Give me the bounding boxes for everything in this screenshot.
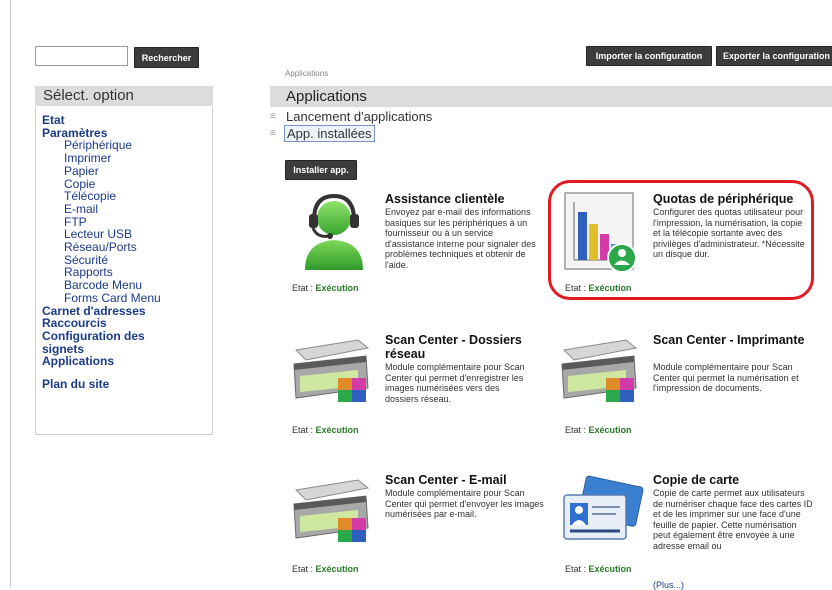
install-app-button[interactable]: Installer app.: [285, 160, 357, 180]
nav-item-signets[interactable]: Configuration des signets: [42, 329, 172, 355]
app-title[interactable]: Scan Center - Imprimante: [653, 333, 813, 347]
nav-header: Sélect. option: [35, 86, 213, 106]
export-config-button[interactable]: Exporter la configuration: [716, 46, 832, 66]
app-title[interactable]: Copie de carte: [653, 473, 813, 487]
app-status: Etat : Exécution: [292, 564, 359, 574]
app-description: Copie de carte permet aux utilisateurs d…: [653, 488, 813, 551]
expand-arrow-icon: ≡: [270, 127, 276, 139]
nav-item-papier[interactable]: Papier: [42, 165, 212, 178]
nav-item-reseau-ports[interactable]: Réseau/Ports: [42, 241, 212, 254]
subsection-launch-label[interactable]: Lancement d'applications: [284, 109, 434, 124]
breadcrumb[interactable]: Applications: [285, 69, 328, 78]
nav-item-plan-du-site[interactable]: Plan du site: [42, 378, 212, 391]
app-description: Module complémentaire pour Scan Center q…: [653, 362, 799, 394]
nav-item-applications[interactable]: Applications: [42, 355, 212, 368]
nav-item-email[interactable]: E-mail: [42, 203, 212, 216]
nav-item-etat[interactable]: Etat: [42, 114, 212, 127]
app-description: Envoyez par e-mail des informations basi…: [385, 207, 536, 270]
expand-arrow-icon: ≡: [270, 110, 276, 122]
subsection-launch[interactable]: ≡ Lancement d'applications: [270, 108, 434, 124]
subsection-installed[interactable]: ≡ App. installées: [270, 124, 375, 142]
app-title[interactable]: Assistance clientèle: [385, 192, 535, 206]
app-status: Etat : Exécution: [565, 564, 632, 574]
app-status: Etat : Exécution: [565, 425, 632, 435]
page-title: Applications: [270, 86, 832, 107]
app-description: Module complémentaire pour Scan Center q…: [385, 488, 544, 520]
search-button[interactable]: Rechercher: [134, 47, 199, 68]
app-title[interactable]: Scan Center - E-mail: [385, 473, 545, 487]
id-card-icon: [563, 475, 644, 540]
nav-item-forms-card-menu[interactable]: Forms Card Menu: [42, 292, 212, 305]
import-config-button[interactable]: Importer la configuration: [586, 46, 712, 66]
search-input[interactable]: [35, 46, 128, 66]
app-status: Etat : Exécution: [292, 283, 359, 293]
nav-item-barcode-menu[interactable]: Barcode Menu: [42, 279, 212, 292]
headset-support-icon: [305, 193, 363, 270]
scanner-folder-icon: [293, 339, 370, 402]
scanner-email-icon: [293, 479, 370, 542]
highlight-annotation: [548, 180, 814, 300]
app-status: Etat : Exécution: [292, 425, 359, 435]
scanner-printer-icon: [561, 339, 638, 402]
nav-item-imprimer[interactable]: Imprimer: [42, 152, 212, 165]
more-link[interactable]: (Plus...): [653, 580, 684, 590]
subsection-installed-label[interactable]: App. installées: [284, 124, 375, 142]
app-title[interactable]: Scan Center - Dossiers réseau: [385, 333, 545, 361]
left-border-line: [10, 0, 11, 587]
app-description: Module complémentaire pour Scan Center q…: [385, 362, 525, 404]
nav-menu: Etat Paramètres Périphérique Imprimer Pa…: [35, 107, 213, 435]
